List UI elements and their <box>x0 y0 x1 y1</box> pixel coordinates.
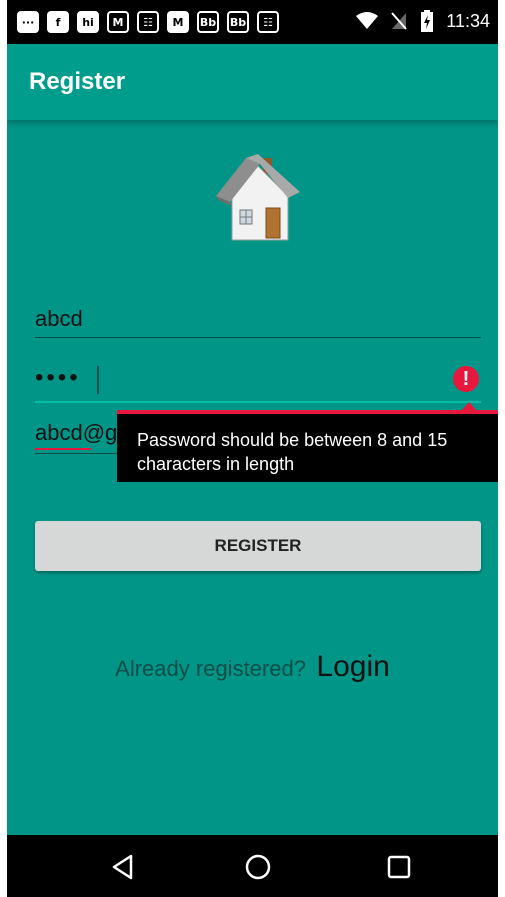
spellcheck-underline <box>35 448 91 450</box>
blackboard-icon-2: Bb <box>227 11 249 33</box>
facebook-icon: f <box>47 11 69 33</box>
calendar-icon: ☷ <box>137 11 159 33</box>
battery-charging-icon <box>421 10 434 32</box>
register-button[interactable]: REGISTER <box>35 521 481 571</box>
username-field[interactable]: abcd <box>35 306 481 338</box>
gmail-icon: M <box>107 11 129 33</box>
navigation-bar <box>7 835 498 897</box>
no-signal-icon <box>391 12 408 30</box>
login-prompt: Already registered? Login <box>7 650 498 684</box>
gmail-icon-2: M <box>167 11 189 33</box>
username-underline <box>35 337 481 338</box>
status-bar: ··· f hi M ☷ M Bb Bb ☷ 11:34 <box>7 0 498 44</box>
error-icon[interactable]: ! <box>453 366 479 392</box>
page-title: Register <box>29 68 126 95</box>
text-cursor <box>97 366 99 394</box>
clock: 11:34 <box>446 10 490 31</box>
app-bar: Register <box>7 44 498 120</box>
login-link[interactable]: Login <box>316 650 389 683</box>
house-logo-icon <box>216 154 300 241</box>
password-underline <box>35 401 481 403</box>
blackboard-icon: Bb <box>197 11 219 33</box>
messages-icon: ··· <box>17 11 39 33</box>
calendar-icon-2: ☷ <box>257 11 279 33</box>
password-value: •••• <box>35 364 81 391</box>
username-value: abcd <box>35 306 83 331</box>
system-status: 11:34 <box>356 10 490 32</box>
back-icon[interactable] <box>109 853 137 881</box>
hike-icon: hi <box>77 11 99 33</box>
register-button-label: REGISTER <box>214 536 302 555</box>
already-registered-text: Already registered? <box>115 656 306 681</box>
tooltip-arrow <box>462 402 476 410</box>
notification-icons: ··· f hi M ☷ M Bb Bb ☷ <box>17 11 279 33</box>
home-icon[interactable] <box>244 853 272 881</box>
recents-icon[interactable] <box>385 853 413 881</box>
error-message: Password should be between 8 and 15 char… <box>137 430 448 474</box>
phone-screen: ··· f hi M ☷ M Bb Bb ☷ 11:34 Register ab… <box>7 0 498 897</box>
wifi-icon <box>356 12 379 29</box>
password-field[interactable]: •••• <box>35 364 481 403</box>
error-tooltip: Password should be between 8 and 15 char… <box>117 410 498 482</box>
